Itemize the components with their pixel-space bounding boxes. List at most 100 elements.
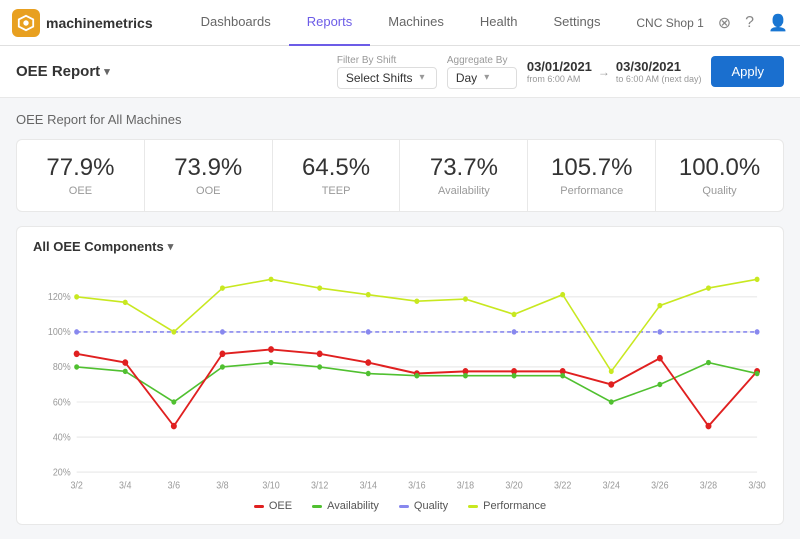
- svg-text:3/18: 3/18: [457, 479, 474, 491]
- avail-dot: [366, 371, 371, 376]
- legend-quality-label: Quality: [414, 500, 448, 512]
- filter-shift-arrow-icon: ▾: [420, 72, 425, 83]
- avail-dot: [512, 373, 517, 378]
- metric-ooe-value: 73.9%: [155, 154, 262, 182]
- quality-dot: [755, 329, 760, 334]
- avail-dot: [171, 399, 176, 404]
- svg-text:80%: 80%: [53, 361, 71, 373]
- perf-dot: [171, 329, 176, 334]
- avail-dot: [657, 382, 662, 387]
- nav-health[interactable]: Health: [462, 0, 536, 46]
- date-range: 03/01/2021 from 6:00 AM → 03/30/2021 to …: [527, 59, 702, 84]
- quality-dot: [512, 329, 517, 334]
- report-title-button[interactable]: OEE Report ▾: [16, 63, 110, 80]
- svg-text:40%: 40%: [53, 431, 71, 443]
- quality-dot: [74, 329, 79, 334]
- oee-dot: [706, 423, 712, 430]
- metric-ooe: 73.9% OOE: [145, 140, 273, 211]
- nav-settings[interactable]: Settings: [535, 0, 618, 46]
- svg-text:3/22: 3/22: [554, 479, 571, 491]
- nav-reports[interactable]: Reports: [289, 0, 371, 46]
- filter-by-shift-select[interactable]: Select Shifts ▾: [337, 67, 437, 89]
- date-from: 03/01/2021: [527, 59, 592, 74]
- svg-text:3/4: 3/4: [119, 479, 131, 491]
- avail-dot: [706, 360, 711, 365]
- svg-text:3/12: 3/12: [311, 479, 328, 491]
- legend-availability-color: [312, 505, 322, 508]
- oee-dot: [608, 381, 614, 388]
- chart-title-arrow-icon: ▾: [168, 240, 174, 253]
- svg-text:60%: 60%: [53, 396, 71, 408]
- legend-performance: Performance: [468, 500, 546, 512]
- metric-oee-value: 77.9%: [27, 154, 134, 182]
- metric-quality: 100.0% Quality: [656, 140, 783, 211]
- legend-oee-label: OEE: [269, 500, 292, 512]
- toolbar-controls: Filter By Shift Select Shifts ▾ Aggregat…: [337, 55, 784, 89]
- filter-by-shift-value: Select Shifts: [346, 71, 413, 85]
- chart-title-text: All OEE Components: [33, 239, 164, 254]
- availability-line: [77, 363, 757, 402]
- perf-dot: [414, 299, 419, 304]
- legend-quality: Quality: [399, 500, 448, 512]
- top-nav: machinemetrics Dashboards Reports Machin…: [0, 0, 800, 46]
- svg-text:3/6: 3/6: [168, 479, 180, 491]
- toolbar: OEE Report ▾ Filter By Shift Select Shif…: [0, 46, 800, 98]
- filter-by-shift-group: Filter By Shift Select Shifts ▾: [337, 55, 437, 89]
- report-title-arrow: ▾: [104, 65, 110, 78]
- nav-links: Dashboards Reports Machines Health Setti…: [183, 0, 637, 46]
- legend-performance-color: [468, 505, 478, 508]
- quality-dot: [657, 329, 662, 334]
- legend-availability: Availability: [312, 500, 379, 512]
- svg-text:3/10: 3/10: [262, 479, 279, 491]
- date-range-arrow-icon: →: [598, 65, 610, 79]
- nav-machines[interactable]: Machines: [370, 0, 462, 46]
- perf-dot: [609, 369, 614, 374]
- svg-text:3/8: 3/8: [216, 479, 228, 491]
- oee-chart: 120% 100% 80% 60% 40% 20% 3/2 3/4 3/6 3/…: [33, 264, 767, 494]
- aggregate-by-select[interactable]: Day ▾: [447, 67, 517, 89]
- chart-title[interactable]: All OEE Components ▾: [33, 239, 767, 254]
- metric-performance-value: 105.7%: [538, 154, 645, 182]
- svg-text:120%: 120%: [48, 291, 71, 303]
- metric-oee: 77.9% OEE: [17, 140, 145, 211]
- apply-button[interactable]: Apply: [711, 56, 784, 87]
- oee-dot: [171, 423, 177, 430]
- settings-icon[interactable]: ⊗: [718, 13, 731, 33]
- avail-dot: [220, 364, 225, 369]
- avail-dot: [609, 399, 614, 404]
- date-from-sub: from 6:00 AM: [527, 74, 592, 84]
- legend-oee: OEE: [254, 500, 292, 512]
- avail-dot: [414, 373, 419, 378]
- svg-text:3/16: 3/16: [408, 479, 425, 491]
- legend-quality-color: [399, 505, 409, 508]
- date-to: 03/30/2021: [616, 59, 702, 74]
- quality-dot: [366, 329, 371, 334]
- perf-dot: [706, 285, 711, 290]
- legend-performance-label: Performance: [483, 500, 546, 512]
- report-section-title: OEE Report for All Machines: [16, 112, 784, 127]
- performance-line: [77, 279, 757, 371]
- svg-text:3/14: 3/14: [360, 479, 377, 491]
- perf-dot: [755, 277, 760, 282]
- oee-line: [77, 349, 757, 426]
- content-area: OEE Report for All Machines 77.9% OEE 73…: [0, 98, 800, 539]
- metric-quality-label: Quality: [666, 185, 773, 197]
- oee-dot: [365, 359, 371, 366]
- aggregate-by-label: Aggregate By: [447, 55, 517, 66]
- oee-dot: [122, 359, 128, 366]
- user-icon[interactable]: 👤: [768, 13, 788, 33]
- help-icon[interactable]: ?: [745, 14, 754, 32]
- perf-dot: [463, 296, 468, 301]
- avail-dot: [463, 373, 468, 378]
- metric-teep: 64.5% TEEP: [273, 140, 401, 211]
- nav-dashboards[interactable]: Dashboards: [183, 0, 289, 46]
- metric-quality-value: 100.0%: [666, 154, 773, 182]
- date-to-sub: to 6:00 AM (next day): [616, 74, 702, 84]
- date-from-box[interactable]: 03/01/2021 from 6:00 AM: [527, 59, 592, 84]
- svg-text:3/2: 3/2: [70, 479, 82, 491]
- date-to-box[interactable]: 03/30/2021 to 6:00 AM (next day): [616, 59, 702, 84]
- metrics-row: 77.9% OEE 73.9% OOE 64.5% TEEP 73.7% Ava…: [16, 139, 784, 212]
- perf-dot: [657, 303, 662, 308]
- report-title-text: OEE Report: [16, 63, 100, 80]
- chart-area: 120% 100% 80% 60% 40% 20% 3/2 3/4 3/6 3/…: [33, 264, 767, 494]
